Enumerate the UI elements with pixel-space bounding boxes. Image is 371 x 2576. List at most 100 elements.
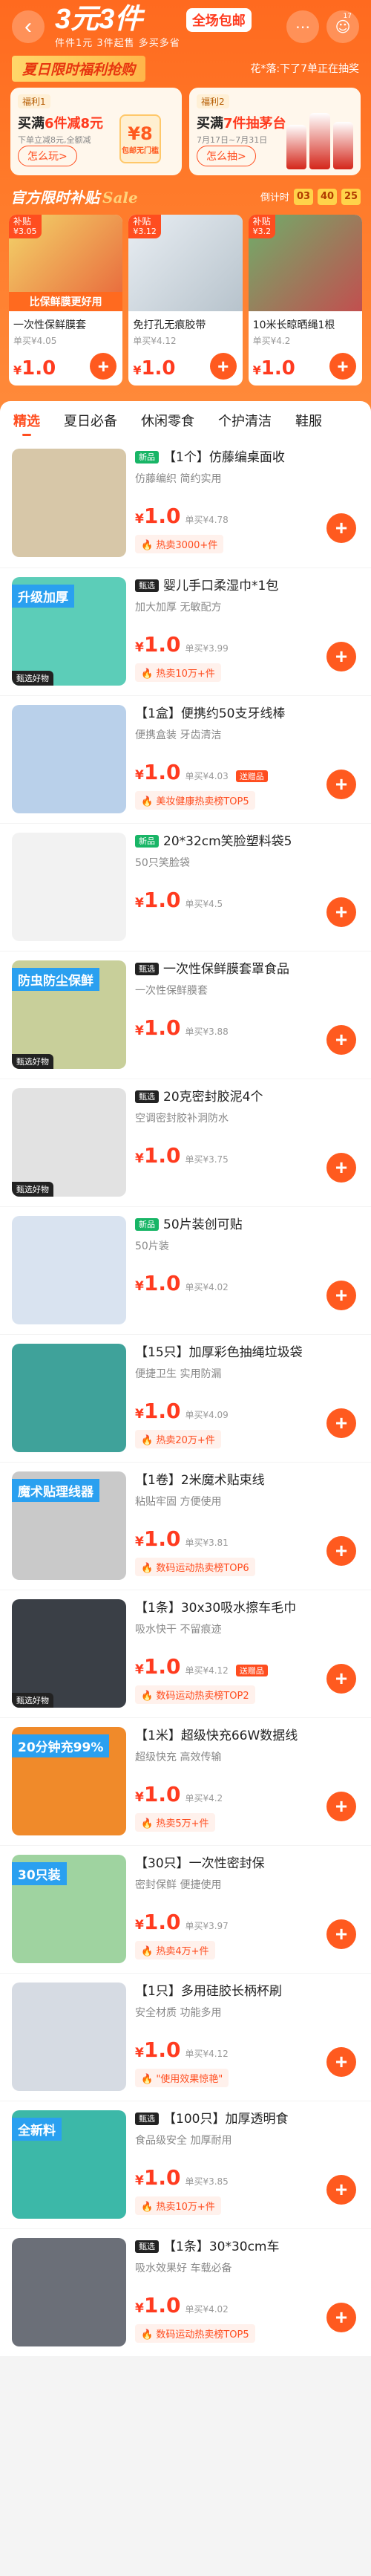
add-to-cart-button[interactable]: + [326, 642, 356, 671]
product-badge: 甄选 [135, 963, 159, 975]
subsidy-chip: 补贴 ¥3.2 [248, 215, 276, 238]
add-to-cart-button[interactable]: + [326, 1153, 356, 1183]
product-info: 新品 20*32cm笑脸塑料袋5 50只笑脸袋 ¥1.0 单买¥4.5 [135, 833, 362, 941]
plus-icon: + [335, 900, 348, 923]
single-price: 单买¥4.5 [185, 899, 223, 909]
list-item[interactable]: 甄选好物 甄选 20克密封胶泥4个 空调密封胶补洞防水 ¥1.0 单买¥3.75 + [0, 1079, 371, 1206]
list-item[interactable]: 新品 【1个】仿藤编桌面收 仿藤编织 简约实用 ¥1.0 单买¥4.78 🔥 热卖3000… [0, 440, 371, 567]
back-button[interactable]: ‹ [12, 10, 45, 43]
list-item[interactable]: 【15只】加厚彩色抽绳垃圾袋 便捷卫生 实用防漏 ¥1.0 单买¥4.09 🔥 热卖20… [0, 1334, 371, 1462]
how-to-play-button[interactable]: 怎么玩> [18, 146, 77, 166]
sales-tag: 🔥 "使用效果惊艳" [135, 2069, 229, 2087]
live-marquee: 花*落:下了7单正在抽奖 [250, 63, 359, 75]
add-to-cart-button[interactable]: + [326, 2303, 356, 2332]
add-to-cart-button[interactable]: + [90, 353, 117, 380]
add-to-cart-button[interactable]: + [329, 353, 356, 380]
product-price: ¥1.0 [135, 1910, 181, 1934]
chevron-left-icon: ‹ [24, 14, 32, 39]
product-info: 甄选 【100只】加厚透明食 食品级安全 加厚耐用 ¥1.0 单买¥3.85 🔥 热卖10… [135, 2110, 362, 2219]
product-badge: 新品 [135, 1218, 159, 1231]
single-price: 单买¥4.78 [185, 515, 229, 525]
image-overlay: 甄选好物 [12, 1054, 53, 1069]
tab-snacks[interactable]: 休闲零食 [141, 411, 194, 430]
single-price: 单买¥4.12 [185, 1665, 229, 1676]
single-price: 单买¥3.97 [185, 1921, 229, 1931]
price-line: ¥1.0 单买¥3.75 [135, 1143, 229, 1168]
list-item[interactable]: 30只装 【30只】一次性密封保 密封保鲜 便捷使用 ¥1.0 单买¥3.97 🔥 热卖4… [0, 1845, 371, 1973]
add-to-cart-button[interactable]: + [209, 353, 237, 380]
list-item[interactable]: 【1只】多用硅胶长柄杯刷 安全材质 功能多用 ¥1.0 单买¥4.12 🔥 "使用效果惊… [0, 1973, 371, 2101]
list-item[interactable]: 20分钟充99% 【1米】超级快充66W数据线 超级快充 高效传输 ¥1.0 单买¥4.… [0, 1717, 371, 1845]
list-item[interactable]: 全新料 甄选 【100只】加厚透明食 食品级安全 加厚耐用 ¥1.0 单买¥3.85 🔥 热… [0, 2101, 371, 2228]
add-to-cart-button[interactable]: + [326, 513, 356, 543]
add-to-cart-button[interactable]: + [326, 770, 356, 799]
list-item[interactable]: 新品 20*32cm笑脸塑料袋5 50只笑脸袋 ¥1.0 单买¥4.5 + [0, 823, 371, 951]
add-to-cart-button[interactable]: + [326, 2047, 356, 2077]
deal-card[interactable]: 补贴 ¥3.2 10米长晾晒绳1根 单买¥4.2 ¥1.0 + [248, 215, 362, 386]
product-badge: 甄选 [135, 2240, 159, 2253]
product-image [12, 705, 126, 813]
list-item[interactable]: 升级加厚 甄选好物 甄选 婴儿手口柔湿巾*1包 加大加厚 无敏配方 ¥1.0 单买¥3.99… [0, 567, 371, 695]
product-info: 【1条】30x30吸水擦车毛巾 吸水快干 不留痕迹 ¥1.0 单买¥4.12 送赠品 🔥 … [135, 1599, 362, 1708]
add-to-cart-button[interactable]: + [326, 1536, 356, 1566]
product-price: ¥1.0 [135, 1271, 181, 1295]
product-title: 【1卷】2米魔术贴束线 [135, 1473, 265, 1488]
add-to-cart-button[interactable]: + [326, 1792, 356, 1821]
sales-tag: 🔥 数码运动热卖榜TOP6 [135, 1558, 255, 1576]
plus-icon: + [335, 2306, 348, 2329]
image-caption: 魔术贴理线器 [12, 1479, 99, 1502]
gift-badge: 送赠品 [235, 770, 268, 782]
tab-personal-care[interactable]: 个护清洁 [218, 411, 272, 430]
image-overlay: 甄选好物 [12, 1693, 53, 1708]
plus-icon: + [335, 1539, 348, 1562]
add-to-cart-button[interactable]: + [326, 1408, 356, 1438]
product-price: ¥1.0 [135, 2165, 181, 2190]
more-icon: ⋯ [295, 18, 310, 36]
sales-tag: 🔥 美妆健康热卖榜TOP5 [135, 791, 255, 810]
more-button[interactable]: ⋯ [286, 10, 319, 43]
list-item[interactable]: 防虫防尘保鲜 甄选好物 甄选 一次性保鲜膜套罩食品 一次性保鲜膜套 ¥1.0 单买¥3.88… [0, 951, 371, 1079]
product-info: 新品 50片装创可贴 50片装 ¥1.0 单买¥4.02 [135, 1216, 362, 1324]
list-item[interactable]: 新品 50片装创可贴 50片装 ¥1.0 单买¥4.02 + [0, 1206, 371, 1334]
welfare-card-2[interactable]: 福利2 买满7件抽茅台 7月17日~7月31日 怎么抽> [189, 88, 361, 175]
tab-featured[interactable]: 精选 [13, 411, 40, 436]
product-title: 甄选 【1条】30*30cm车 [135, 2238, 362, 2256]
product-badge: 甄选 [135, 1090, 159, 1103]
list-item[interactable]: 甄选好物 【1条】30x30吸水擦车毛巾 吸水快干 不留痕迹 ¥1.0 单买¥4.12 送… [0, 1590, 371, 1717]
product-info: 【1盒】便携约50支牙线棒 便携盒装 牙齿清洁 ¥1.0 单买¥4.03 送赠品 🔥 美妆… [135, 705, 362, 813]
add-to-cart-button[interactable]: + [326, 1025, 356, 1055]
add-to-cart-button[interactable]: + [326, 897, 356, 927]
price-line: ¥1.0 单买¥4.09 [135, 1399, 229, 1423]
add-to-cart-button[interactable]: + [326, 1664, 356, 1694]
plus-icon: + [335, 1284, 348, 1307]
product-info: 甄选 婴儿手口柔湿巾*1包 加大加厚 无敏配方 ¥1.0 单买¥3.99 🔥 热卖10万+… [135, 577, 362, 686]
product-title: 新品 【1个】仿藤编桌面收 [135, 449, 362, 466]
add-to-cart-button[interactable]: + [326, 1281, 356, 1310]
price-line: ¥1.0 单买¥4.02 [135, 1271, 229, 1295]
product-title: 【1只】多用硅胶长柄杯刷 [135, 1984, 282, 1999]
product-subtitle: 仿藤编织 简约实用 [135, 473, 222, 485]
image-caption: 升级加厚 [12, 585, 74, 608]
deal-card[interactable]: 补贴 ¥3.05 比保鲜膜更好用 一次性保鲜膜套 单买¥4.05 ¥1.0 + [9, 215, 123, 386]
product-info: 甄选 一次性保鲜膜套罩食品 一次性保鲜膜套 ¥1.0 单买¥3.88 [135, 960, 362, 1069]
tab-shoes[interactable]: 鞋服 [295, 411, 322, 430]
fire-icon: 🔥 [141, 669, 154, 680]
price-line: ¥1.0 单买¥3.97 [135, 1910, 229, 1934]
product-subtitle: 粘贴牢固 方便使用 [135, 1496, 222, 1508]
product-image: 20分钟充99% [12, 1727, 126, 1835]
fire-icon: 🔥 [141, 2202, 154, 2213]
image-caption: 20分钟充99% [12, 1734, 110, 1757]
list-item[interactable]: 魔术贴理线器 【1卷】2米魔术贴束线 粘贴牢固 方便使用 ¥1.0 单买¥3.81 🔥 数… [0, 1462, 371, 1590]
add-to-cart-button[interactable]: + [326, 2175, 356, 2205]
welfare-card-1[interactable]: 福利1 买满6件减8元 下单立减8元,全额减 怎么玩> ¥8 包邮无门槛 [10, 88, 182, 175]
deal-card[interactable]: 补贴 ¥3.12 免打孔无痕胶带 单买¥4.12 ¥1.0 + [128, 215, 243, 386]
how-to-draw-button[interactable]: 怎么抽> [197, 146, 256, 166]
add-to-cart-button[interactable]: + [326, 1919, 356, 1949]
product-subtitle: 超级快充 高效传输 [135, 1752, 222, 1763]
single-price: 单买¥4.03 [185, 771, 229, 781]
product-price: ¥1.0 [135, 1143, 181, 1168]
tab-summer[interactable]: 夏日必备 [64, 411, 117, 430]
list-item[interactable]: 【1盒】便携约50支牙线棒 便携盒装 牙齿清洁 ¥1.0 单买¥4.03 送赠品 🔥 美妆… [0, 695, 371, 823]
list-item[interactable]: 甄选 【1条】30*30cm车 吸水效果好 车载必备 ¥1.0 单买¥4.02 🔥 数码运… [0, 2228, 371, 2356]
profile-button[interactable]: ☺ 17 [326, 10, 359, 43]
